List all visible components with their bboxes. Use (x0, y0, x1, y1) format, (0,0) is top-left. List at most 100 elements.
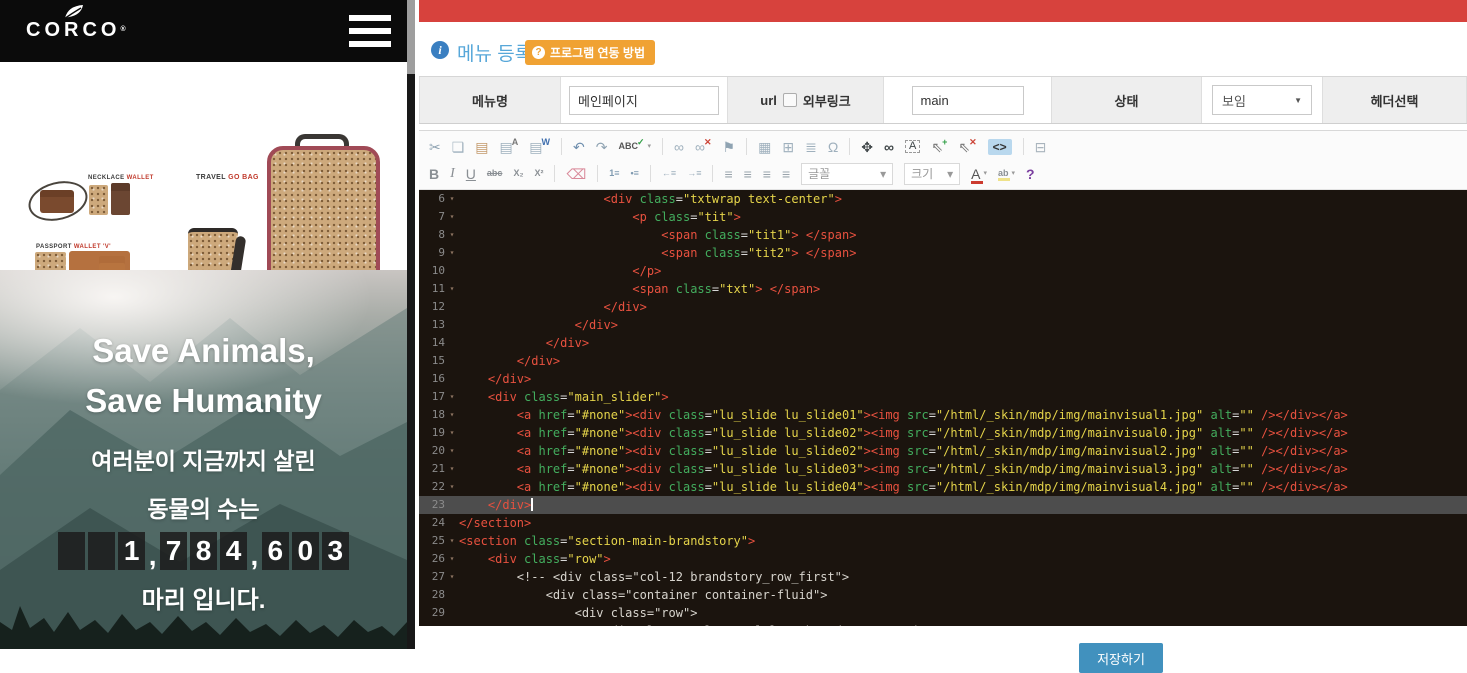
hamburger-menu-icon[interactable] (349, 15, 391, 47)
align-left-icon[interactable]: ≡ (724, 167, 732, 181)
code-line[interactable]: 24</section> (419, 514, 1467, 532)
code-line[interactable]: 20▾ <a href="#none"><div class="lu_slide… (419, 442, 1467, 460)
code-line[interactable]: 9▾ <span class="tit2"> </span> (419, 244, 1467, 262)
superscript-icon[interactable]: X² (534, 169, 543, 178)
fold-caret-icon[interactable]: ▾ (445, 442, 459, 460)
source-icon[interactable]: <> (988, 139, 1012, 155)
code-line[interactable]: 27▾ <!-- <div class="col-12 brandstory_r… (419, 568, 1467, 586)
code-line[interactable]: 14 </div> (419, 334, 1467, 352)
align-center-icon[interactable]: ≡ (744, 167, 752, 181)
table-icon[interactable]: ⊞ (782, 140, 794, 154)
admin-panel: i 메뉴 등록 ? 프로그램 연동 방법 메뉴명 url 외부링크 상태 보임 … (415, 0, 1467, 649)
paste-word-icon[interactable]: ▤W (529, 140, 550, 154)
bottom-bar: 저장하기 (415, 626, 1467, 656)
code-line[interactable]: 15 </div> (419, 352, 1467, 370)
status-select[interactable]: 보임 ▼ (1212, 85, 1312, 115)
scrollbar-thumb[interactable] (407, 0, 415, 74)
strikethrough-icon[interactable]: abc (487, 169, 503, 178)
code-line[interactable]: 18▾ <a href="#none"><div class="lu_slide… (419, 406, 1467, 424)
fold-caret-icon[interactable]: ▾ (445, 208, 459, 226)
find-icon[interactable]: ∞ (884, 140, 894, 154)
fold-caret-icon[interactable]: ▾ (445, 280, 459, 298)
code-line[interactable]: 21▾ <a href="#none"><div class="lu_slide… (419, 460, 1467, 478)
code-line[interactable]: 28 <div class="container container-fluid… (419, 586, 1467, 604)
anchor-icon[interactable]: ⚑ (723, 140, 736, 154)
code-line[interactable]: 8▾ <span class="tit1"> </span> (419, 226, 1467, 244)
line-number: 10 (419, 262, 445, 280)
code-line[interactable]: 6▾ <div class="txtwrap text-center"> (419, 190, 1467, 208)
redo-icon[interactable]: ↷ (596, 140, 608, 154)
code-line[interactable]: 23 </div> (419, 496, 1467, 514)
fold-caret-icon[interactable]: ▾ (445, 190, 459, 208)
code-line[interactable]: 7▾ <p class="tit"> (419, 208, 1467, 226)
save-button[interactable]: 저장하기 (1079, 643, 1163, 673)
bulleted-list-icon[interactable]: •≡ (631, 169, 639, 178)
bg-color-icon[interactable]: ab▾ (998, 169, 1015, 178)
removeformat-icon[interactable]: ⌫ (566, 167, 586, 181)
underline-icon[interactable]: U (466, 167, 476, 181)
indent-icon[interactable]: →≡ (687, 169, 701, 178)
paste-icon[interactable]: ▤ (475, 140, 488, 154)
help-icon[interactable]: ? (1026, 167, 1035, 181)
fold-caret-icon[interactable]: ▾ (445, 424, 459, 442)
code-line[interactable]: 22▾ <a href="#none"><div class="lu_slide… (419, 478, 1467, 496)
cut-icon[interactable]: ✂ (429, 140, 441, 154)
copy-icon[interactable]: ❏ (452, 140, 465, 154)
bold-icon[interactable]: B (429, 167, 439, 181)
print-icon[interactable]: ⊟ (1035, 140, 1047, 154)
italic-icon[interactable]: I (450, 167, 455, 181)
unlink-icon[interactable]: ∞✕ (695, 140, 712, 154)
paste-text-icon[interactable]: ▤A (500, 140, 519, 154)
spellcheck-icon[interactable]: ABC✓▾ (618, 142, 651, 151)
url-input[interactable] (912, 86, 1024, 115)
code-line[interactable]: 29 <div class="row"> (419, 604, 1467, 622)
hline-icon[interactable]: ≣ (805, 140, 817, 154)
program-link-help-button[interactable]: ? 프로그램 연동 방법 (525, 40, 655, 65)
fold-caret-icon[interactable]: ▾ (445, 244, 459, 262)
font-dropdown[interactable]: 글꼴▾ (801, 163, 893, 185)
code-line[interactable]: 19▾ <a href="#none"><div class="lu_slide… (419, 424, 1467, 442)
align-right-icon[interactable]: ≡ (763, 167, 771, 181)
fold-caret-icon[interactable]: ▾ (445, 550, 459, 568)
subscript-icon[interactable]: X₂ (513, 169, 523, 178)
passport-wallet-label: PASSPORT WALLET 'V' (36, 244, 111, 250)
fold-caret-icon[interactable]: ▾ (445, 478, 459, 496)
code-line[interactable]: 16 </div> (419, 370, 1467, 388)
counter-digit-box (88, 532, 115, 570)
numbered-list-icon[interactable]: 1≡ (609, 169, 619, 178)
code-line[interactable]: 26▾ <div class="row"> (419, 550, 1467, 568)
preview-scrollbar[interactable] (407, 0, 415, 649)
text-color-icon[interactable]: A▾ (971, 167, 987, 181)
external-link-label: 외부링크 (803, 91, 851, 110)
link-icon[interactable]: ∞ (674, 140, 684, 154)
image-icon[interactable]: ▦ (758, 140, 771, 154)
code-text: <div class="row"> (459, 604, 1467, 622)
fold-caret-icon[interactable]: ▾ (445, 406, 459, 424)
snippet-remove-icon[interactable]: ⇖✕ (958, 140, 976, 154)
counter-digit-box: 3 (322, 532, 349, 570)
fold-caret-icon[interactable]: ▾ (445, 532, 459, 550)
outdent-icon[interactable]: ←≡ (662, 169, 676, 178)
undo-icon[interactable]: ↶ (573, 140, 585, 154)
brand-logo[interactable]: CORCO® (26, 4, 122, 58)
maximize-icon[interactable]: ✥ (861, 140, 873, 154)
align-justify-icon[interactable]: ≡ (782, 167, 790, 181)
code-text: </div> (459, 316, 1467, 334)
external-link-checkbox[interactable] (783, 93, 797, 107)
code-line[interactable]: 17▾ <div class="main_slider"> (419, 388, 1467, 406)
code-line[interactable]: 25▾<section class="section-main-brandsto… (419, 532, 1467, 550)
fold-caret-icon[interactable]: ▾ (445, 568, 459, 586)
code-line[interactable]: 10 </p> (419, 262, 1467, 280)
fold-caret-icon[interactable]: ▾ (445, 460, 459, 478)
fold-caret-icon[interactable]: ▾ (445, 226, 459, 244)
selectall-icon[interactable]: A (905, 140, 920, 153)
source-code-area[interactable]: 6▾ <div class="txtwrap text-center">7▾ <… (419, 190, 1467, 626)
code-line[interactable]: 13 </div> (419, 316, 1467, 334)
code-line[interactable]: 11▾ <span class="txt"> </span> (419, 280, 1467, 298)
specialchar-icon[interactable]: Ω (828, 140, 838, 154)
snippet-add-icon[interactable]: ⇖+ (931, 140, 947, 154)
menu-name-input[interactable] (569, 86, 719, 115)
size-dropdown[interactable]: 크기▾ (904, 163, 960, 185)
fold-caret-icon[interactable]: ▾ (445, 388, 459, 406)
code-line[interactable]: 12 </div> (419, 298, 1467, 316)
